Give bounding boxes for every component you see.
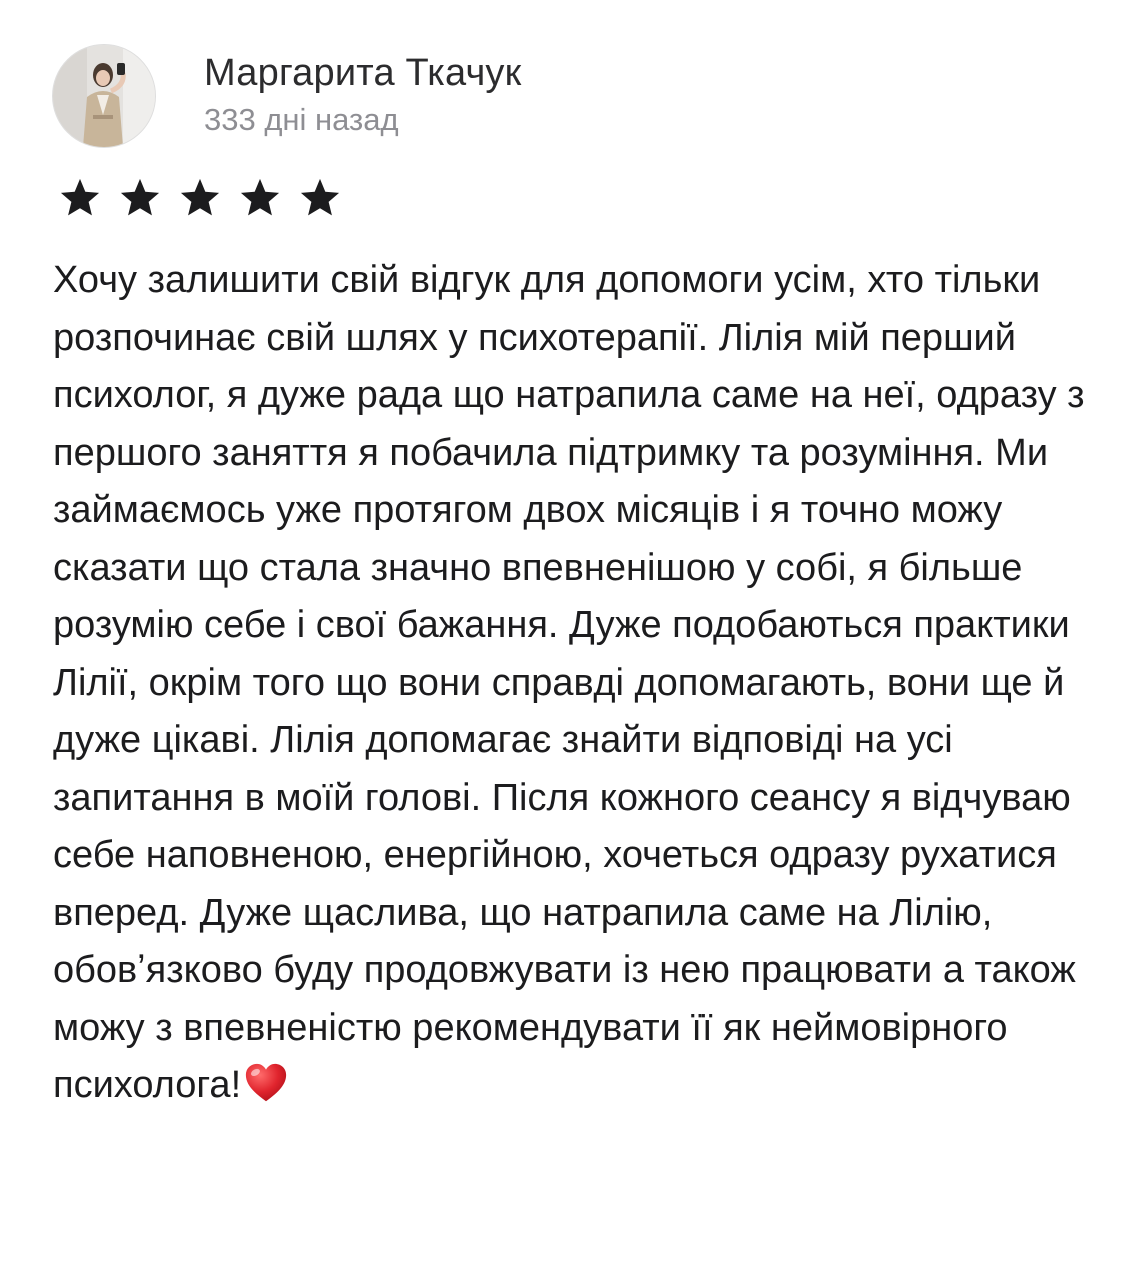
avatar-photo xyxy=(53,45,155,147)
review-card: Маргарита Ткачук 333 дні назад Хочу зали… xyxy=(0,0,1139,1280)
author-block: Маргарита Ткачук 333 дні назад xyxy=(204,51,521,139)
review-header: Маргарита Ткачук 333 дні назад xyxy=(52,44,521,148)
star-rating xyxy=(58,176,342,220)
star-icon xyxy=(180,178,220,216)
review-body: Хочу залишити свій відгук для допомоги у… xyxy=(53,259,1085,1106)
review-date: 333 дні назад xyxy=(204,102,399,137)
red-heart-icon xyxy=(246,1063,287,1102)
star-icon xyxy=(120,178,160,216)
avatar[interactable] xyxy=(52,44,156,148)
star-icon xyxy=(60,178,100,216)
review-text: Хочу залишити свій відгук для допомоги у… xyxy=(53,252,1113,1115)
star-icon xyxy=(300,178,340,216)
author-name[interactable]: Маргарита Ткачук xyxy=(204,51,521,95)
star-icon xyxy=(240,178,280,216)
